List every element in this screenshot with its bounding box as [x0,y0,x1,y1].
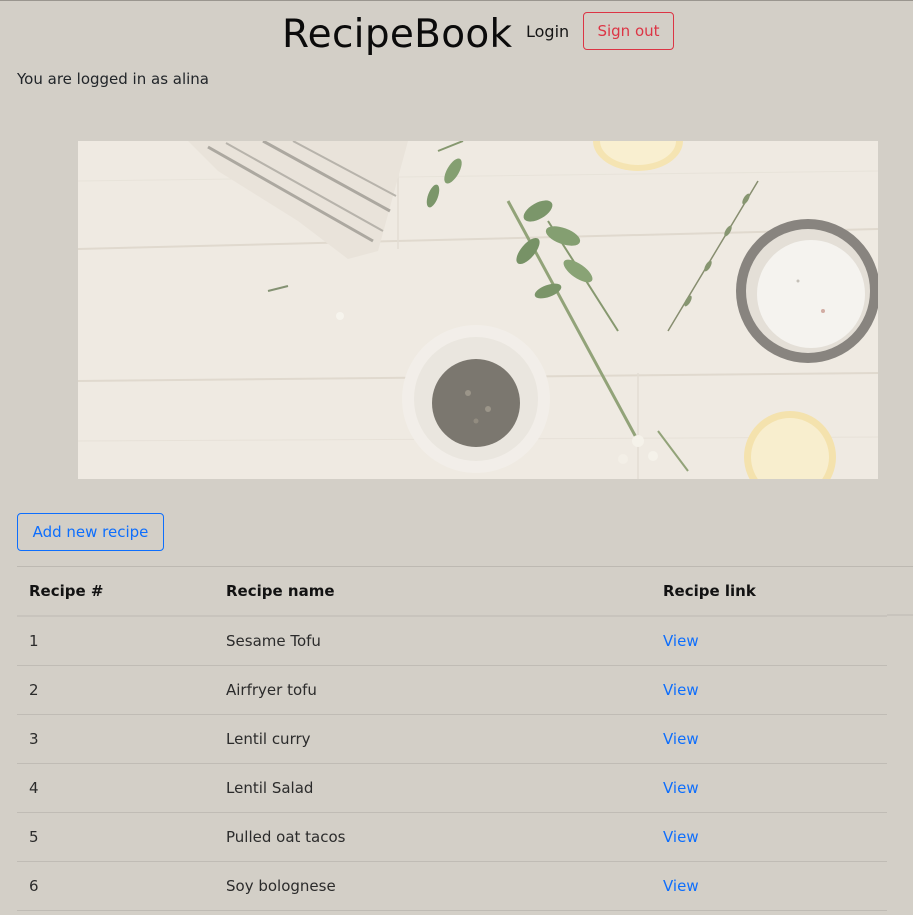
sign-out-button[interactable]: Sign out [583,12,674,50]
table-row: 1 Sesame Tofu View [17,616,887,666]
view-recipe-link[interactable]: View [663,681,699,699]
recipe-table: Recipe # Recipe name Recipe link 1 Sesam… [17,566,887,911]
view-recipe-link[interactable]: View [663,828,699,846]
recipe-number: 6 [17,861,214,911]
view-recipe-link[interactable]: View [663,730,699,748]
table-header-extension [887,566,913,616]
recipe-number: 1 [17,616,214,666]
recipe-name: Airfryer tofu [214,665,651,715]
column-header-name: Recipe name [226,582,335,600]
column-header-number: Recipe # [29,582,104,600]
recipe-number: 2 [17,665,214,715]
recipe-name: Lentil curry [214,714,651,764]
table-row: 3 Lentil curry View [17,714,887,764]
table-row: 4 Lentil Salad View [17,763,887,813]
table-row: 2 Airfryer tofu View [17,665,887,715]
column-header-link: Recipe link [663,582,756,600]
navbar: RecipeBook Login Sign out [0,1,913,63]
login-link[interactable]: Login [526,21,569,43]
recipe-number: 5 [17,812,214,862]
recipe-table-container: Recipe # Recipe name Recipe link 1 Sesam… [17,566,913,911]
brand-title[interactable]: RecipeBook [282,11,512,59]
table-row: 6 Soy bolognese View [17,861,887,911]
table-header-row: Recipe # Recipe name Recipe link [17,566,887,616]
recipe-number: 4 [17,763,214,813]
recipe-name: Pulled oat tacos [214,812,651,862]
recipe-name: Sesame Tofu [214,616,651,666]
hero-image [78,141,878,479]
table-row: 5 Pulled oat tacos View [17,812,887,862]
add-recipe-button[interactable]: Add new recipe [17,513,164,551]
view-recipe-link[interactable]: View [663,632,699,650]
page: RecipeBook Login Sign out You are logged… [0,0,913,915]
recipe-name: Soy bolognese [214,861,651,911]
recipe-name: Lentil Salad [214,763,651,813]
logged-in-status: You are logged in as alina [17,70,209,88]
view-recipe-link[interactable]: View [663,877,699,895]
view-recipe-link[interactable]: View [663,779,699,797]
recipe-number: 3 [17,714,214,764]
